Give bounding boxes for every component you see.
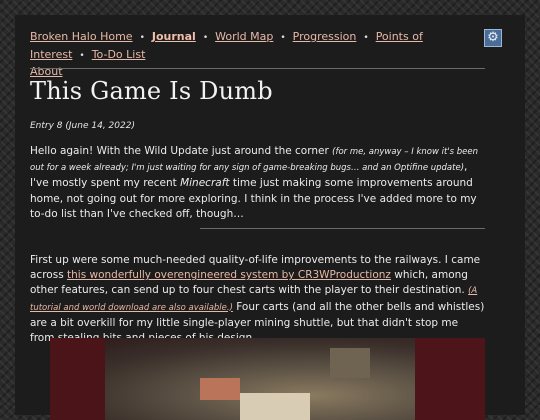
- section-divider: [200, 228, 485, 229]
- header-divider: [30, 68, 485, 69]
- nav-separator: •: [280, 33, 286, 43]
- game-name: Minecraft: [180, 177, 230, 190]
- nav-separator: •: [79, 50, 85, 61]
- nav-todo-list[interactable]: To-Do List: [92, 48, 146, 61]
- paragraph-railways: First up were some much-needed quality-o…: [30, 254, 485, 345]
- nav-separator: •: [202, 33, 209, 43]
- nav-home[interactable]: Broken Halo Home: [30, 30, 133, 43]
- screenshot-image: [50, 338, 485, 420]
- site-nav: Broken Halo Home • Journal • World Map • Progr…: [30, 29, 485, 80]
- content-panel: Broken Halo Home • Journal • World Map • Progr…: [15, 15, 525, 420]
- cr3w-link[interactable]: this wonderfully overengineered system b…: [67, 269, 391, 281]
- nav-journal[interactable]: Journal: [152, 30, 196, 43]
- page-title: This Game Is Dumb: [30, 77, 273, 105]
- paragraph-intro: Hello again! With the Wild Update just a…: [30, 145, 479, 220]
- nav-separator: •: [363, 33, 369, 43]
- gear-icon[interactable]: ⚙: [484, 29, 502, 47]
- nav-progression[interactable]: Progression: [293, 30, 357, 43]
- entry-meta: Entry 8 (June 14, 2022): [30, 121, 135, 131]
- nav-world-map[interactable]: World Map: [215, 30, 273, 43]
- nav-separator: •: [139, 33, 145, 43]
